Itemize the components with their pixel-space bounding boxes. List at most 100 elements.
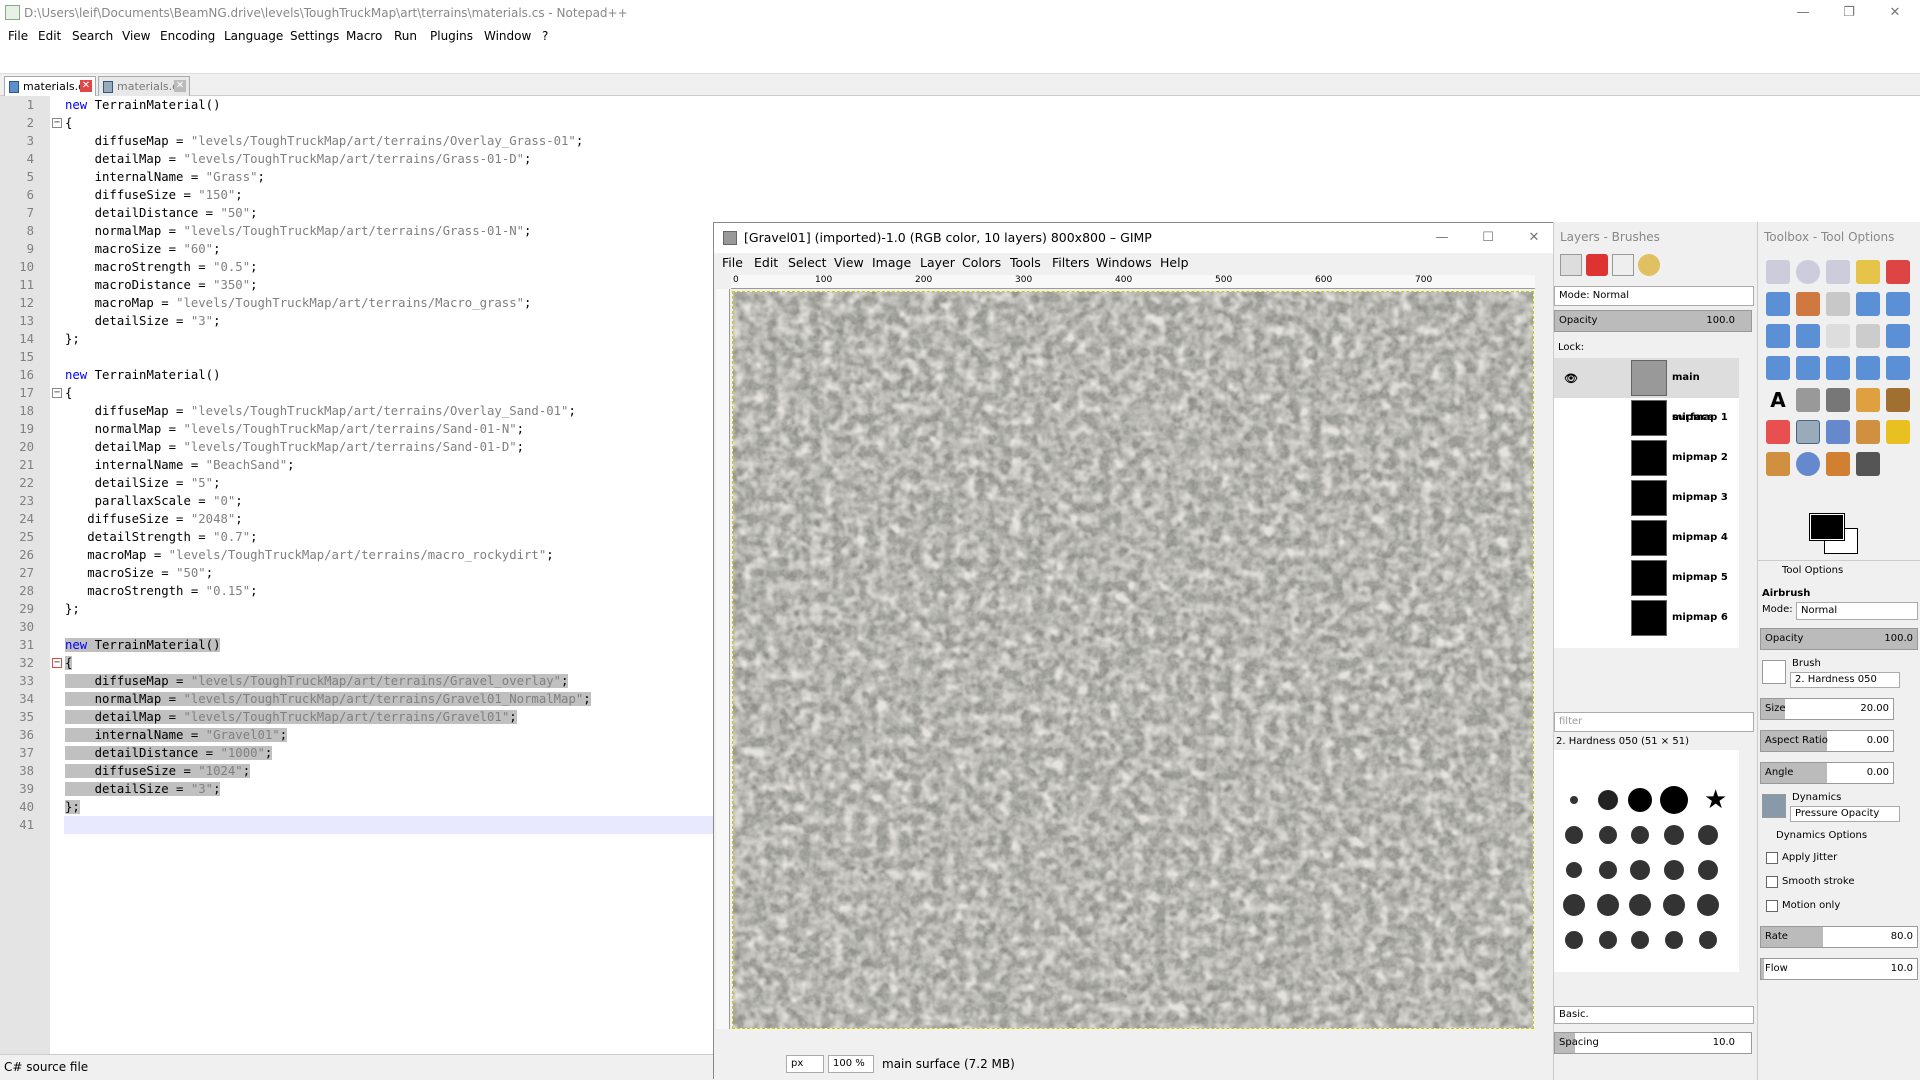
eye-icon[interactable]: 👁	[1564, 372, 1578, 385]
code-line[interactable]: };	[65, 600, 80, 618]
move-tool-icon[interactable]	[1796, 324, 1820, 348]
fold-toggle-icon[interactable]: −	[52, 658, 62, 668]
measure-tool-icon[interactable]	[1766, 324, 1790, 348]
gimp-maximize-icon[interactable]: ☐	[1465, 225, 1511, 251]
code-line[interactable]: detailSize = "5";	[65, 474, 221, 492]
ink-tool-icon[interactable]	[1826, 420, 1850, 444]
tool-mode-select[interactable]: Normal	[1796, 602, 1918, 620]
smooth-stroke-checkbox[interactable]	[1766, 876, 1778, 888]
menu-window[interactable]: Window	[484, 26, 531, 46]
code-line[interactable]: detailDistance = "50";	[65, 204, 258, 222]
code-line[interactable]: macroDistance = "350";	[65, 276, 258, 294]
zoom-select[interactable]: 100 %	[828, 1055, 874, 1073]
scale-tool-icon[interactable]	[1766, 356, 1790, 380]
code-line[interactable]: };	[65, 798, 80, 816]
layers-tab-icon[interactable]	[1560, 254, 1582, 276]
menu-plugins[interactable]: Plugins	[430, 26, 473, 46]
layer-mipmap-6[interactable]: mipmap 6	[1554, 598, 1739, 638]
menu-language[interactable]: Language	[224, 26, 283, 46]
layer-mipmap-4[interactable]: mipmap 4	[1554, 518, 1739, 558]
cage-tool-icon[interactable]	[1886, 356, 1910, 380]
layers-list[interactable]: 👁 main surface mipmap 1 mipmap 2 mipmap …	[1554, 358, 1739, 648]
layer-mipmap-1[interactable]: mipmap 1	[1554, 398, 1739, 438]
pencil-tool-icon[interactable]	[1856, 388, 1880, 412]
code-line[interactable]: detailSize = "3";	[65, 780, 221, 798]
code-line[interactable]: diffuseSize = "2048";	[65, 510, 242, 528]
undo-history-tab-icon[interactable]	[1638, 254, 1660, 276]
brush-preset-select[interactable]: Basic.	[1554, 1006, 1754, 1024]
rect-select-tool-icon[interactable]	[1766, 260, 1790, 284]
gimp-menu-edit[interactable]: Edit	[754, 253, 778, 273]
menu-file[interactable]: File	[8, 26, 28, 46]
minimize-icon[interactable]: —	[1780, 0, 1826, 26]
paths-tab-icon[interactable]	[1612, 254, 1634, 276]
menu-help[interactable]: ?	[542, 26, 548, 46]
tab-close-icon[interactable]: ✕	[174, 80, 186, 92]
canvas-vertical-scrollbar[interactable]	[1537, 289, 1551, 1029]
code-line[interactable]: {	[65, 384, 72, 402]
close-icon[interactable]: ✕	[1872, 0, 1918, 26]
maximize-icon[interactable]: ❐	[1826, 0, 1872, 26]
brush-value-field[interactable]: 2. Hardness 050	[1790, 672, 1900, 688]
gimp-minimize-icon[interactable]: —	[1419, 225, 1465, 251]
gravel-texture-canvas[interactable]	[732, 291, 1534, 1029]
dodge-burn-tool-icon[interactable]	[1856, 452, 1880, 476]
tool-options-tab[interactable]: Tool Options	[1758, 560, 1920, 580]
flip-tool-icon[interactable]	[1856, 356, 1880, 380]
menu-encoding[interactable]: Encoding	[160, 26, 215, 46]
blur-tool-icon[interactable]	[1796, 452, 1820, 476]
paintbrush-tool-icon[interactable]	[1886, 388, 1910, 412]
canvas-horizontal-scrollbar[interactable]	[731, 1031, 1535, 1045]
perspective-tool-icon[interactable]	[1826, 356, 1850, 380]
zoom-tool-icon[interactable]	[1886, 292, 1910, 316]
lasso-tool-icon[interactable]	[1826, 260, 1850, 284]
layer-mipmap-3[interactable]: mipmap 3	[1554, 478, 1739, 518]
rotate-tool-icon[interactable]	[1886, 324, 1910, 348]
code-line[interactable]: diffuseSize = "1024";	[65, 762, 251, 780]
angle-slider[interactable]: Angle 0.00	[1760, 762, 1894, 784]
code-line[interactable]: macroSize = "60";	[65, 240, 221, 258]
tool-opacity-slider[interactable]: Opacity 100.0	[1760, 628, 1918, 650]
menu-search[interactable]: Search	[72, 26, 113, 46]
menu-macro[interactable]: Macro	[346, 26, 382, 46]
foreground-color-swatch[interactable]	[1809, 513, 1845, 541]
fold-toggle-icon[interactable]: −	[52, 388, 62, 398]
unit-select[interactable]: px	[786, 1055, 824, 1073]
channels-tab-icon[interactable]	[1586, 254, 1608, 276]
dynamics-options-expander[interactable]: Dynamics Options	[1776, 830, 1867, 841]
shear-tool-icon[interactable]	[1796, 356, 1820, 380]
code-line[interactable]: detailMap = "levels/ToughTruckMap/art/te…	[65, 708, 517, 726]
eraser-tool-icon[interactable]	[1766, 420, 1790, 444]
code-line[interactable]: diffuseMap = "levels/ToughTruckMap/art/t…	[65, 402, 576, 420]
code-line[interactable]: {	[65, 654, 73, 672]
align-tool-icon[interactable]	[1826, 324, 1850, 348]
layer-opacity-slider[interactable]: Opacity 100.0	[1554, 310, 1752, 332]
gimp-menu-view[interactable]: View	[834, 253, 864, 273]
tab-materials-second[interactable]: materials.cs ✕	[98, 76, 190, 96]
gimp-menu-tools[interactable]: Tools	[1010, 253, 1041, 273]
brush-spacing-slider[interactable]: Spacing 10.0	[1554, 1032, 1752, 1054]
code-line[interactable]: normalMap = "levels/ToughTruckMap/art/te…	[65, 222, 532, 240]
bucket-fill-tool-icon[interactable]	[1796, 388, 1820, 412]
smudge-tool-icon[interactable]	[1826, 452, 1850, 476]
foreground-select-tool-icon[interactable]	[1796, 292, 1820, 316]
paths-tool-icon[interactable]	[1826, 292, 1850, 316]
tab-materials-active[interactable]: materials.cs ✕	[4, 76, 96, 96]
gradient-tool-icon[interactable]	[1826, 388, 1850, 412]
code-line[interactable]: macroMap = "levels/ToughTruckMap/art/ter…	[65, 546, 553, 564]
aspect-ratio-slider[interactable]: Aspect Ratio 0.00	[1760, 730, 1894, 752]
code-line[interactable]: macroStrength = "0.15";	[65, 582, 257, 600]
menu-view[interactable]: View	[122, 26, 150, 46]
perspective-clone-tool-icon[interactable]	[1766, 452, 1790, 476]
gimp-menu-layer[interactable]: Layer	[920, 253, 955, 273]
code-line[interactable]: detailSize = "3";	[65, 312, 221, 330]
code-line[interactable]: parallaxScale = "0";	[65, 492, 243, 510]
code-line[interactable]: detailStrength = "0.7";	[65, 528, 257, 546]
apply-jitter-checkbox[interactable]	[1766, 852, 1778, 864]
code-line[interactable]: internalName = "Grass";	[65, 168, 265, 186]
code-line[interactable]: internalName = "BeachSand";	[65, 456, 295, 474]
dynamics-icon[interactable]	[1762, 794, 1786, 818]
heal-tool-icon[interactable]	[1886, 420, 1910, 444]
layer-mode-select[interactable]: Mode: Normal	[1554, 286, 1754, 306]
motion-only-checkbox[interactable]	[1766, 900, 1778, 912]
